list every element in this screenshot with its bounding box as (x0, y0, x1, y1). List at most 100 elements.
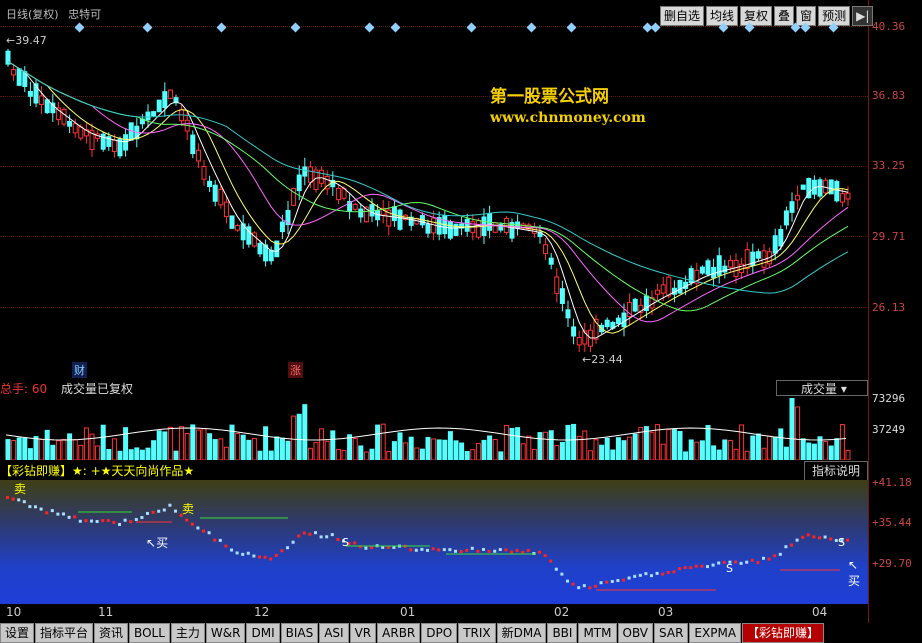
volume-bar (380, 423, 386, 460)
volume-bar (55, 440, 61, 460)
candle (235, 225, 241, 231)
indicator-dot (90, 519, 93, 523)
indicator-dot (50, 509, 54, 513)
indicator-dot (694, 564, 698, 568)
candle (795, 194, 801, 201)
indicator-dot (308, 532, 312, 536)
volume-bar (750, 435, 756, 460)
candlestick-chart[interactable] (0, 24, 868, 376)
volume-bar (683, 451, 689, 460)
adjust-price-button[interactable]: 复权 (740, 6, 773, 26)
tab-trix[interactable]: TRIX (458, 623, 496, 643)
volume-bar (78, 444, 84, 460)
volume-bar (201, 428, 207, 460)
candle (839, 193, 845, 203)
tab-caizuan[interactable]: 【彩钻即赚】 (742, 623, 825, 643)
candle (27, 90, 33, 97)
volume-indicator-select[interactable]: 成交量 ▾ (776, 380, 868, 396)
indicator-axis-label: +35.44 (872, 516, 912, 529)
indicator-dot (683, 566, 687, 570)
date-label: 10 (6, 605, 22, 619)
volume-bar (615, 437, 621, 460)
tab-sar[interactable]: SAR (654, 623, 689, 643)
volume-bar (100, 424, 106, 460)
indicator-dot (291, 540, 295, 544)
candle (772, 235, 778, 254)
indicator-dot (498, 548, 502, 552)
rise-event-marker[interactable]: 涨 (288, 362, 303, 378)
volume-chart[interactable] (0, 398, 868, 460)
tab-boll[interactable]: BOLL (129, 623, 170, 643)
volume-bar (111, 438, 117, 460)
candle (783, 210, 789, 226)
volume-bar (699, 440, 705, 460)
volume-bar (229, 424, 235, 460)
volume-bar (156, 430, 162, 460)
indicator-dot (168, 503, 172, 507)
tab-arbr[interactable]: ARBR (377, 623, 421, 643)
volume-bar (755, 433, 761, 460)
volume-bar (363, 451, 369, 460)
volume-bar (274, 436, 280, 460)
tab-vr[interactable]: VR (349, 623, 377, 643)
indicator-dot (711, 563, 715, 567)
indicator-chart[interactable]: 卖 卖 ↖买 ↖买 S S S (0, 480, 868, 604)
tab-expma[interactable]: EXPMA (689, 623, 742, 643)
tab-obv[interactable]: OBV (617, 623, 654, 643)
candle (576, 337, 582, 346)
remove-favorite-button[interactable]: 删自选 (660, 6, 705, 26)
tab-dpo[interactable]: DPO (421, 623, 458, 643)
finance-event-marker[interactable]: 财 (72, 362, 87, 378)
tab-wr[interactable]: W&R (205, 623, 246, 643)
indicator-dot (689, 566, 693, 570)
tab-main-force[interactable]: 主力 (170, 623, 205, 643)
volume-bar (212, 439, 218, 460)
volume-total-label: 总手: 60 (0, 382, 48, 396)
indicator-dot (101, 519, 105, 523)
volume-bar (459, 442, 465, 460)
date-label: 04 (812, 605, 828, 619)
indicator-dot (599, 581, 603, 585)
overlay-button[interactable]: 叠 (774, 6, 795, 26)
price-axis-label: 40.36 (872, 20, 906, 33)
tab-indicator-platform[interactable]: 指标平台 (35, 623, 94, 643)
indicator-dot (554, 567, 558, 571)
tab-news[interactable]: 资讯 (94, 623, 129, 643)
candle (789, 201, 795, 213)
tab-dmi[interactable]: DMI (246, 623, 280, 643)
buy-signal: ↖买 (848, 558, 861, 588)
tab-asi[interactable]: ASI (319, 623, 349, 643)
indicator-dot (638, 573, 642, 577)
volume-bar (246, 439, 252, 460)
volume-bar (313, 442, 319, 460)
tab-settings[interactable]: 设置 (0, 623, 35, 643)
indicator-dot (174, 509, 177, 513)
indicator-dot (661, 572, 665, 576)
candle (218, 188, 224, 206)
candle (190, 134, 196, 155)
indicator-dot (353, 541, 357, 545)
volume-bar (397, 432, 403, 460)
indicator-dot (336, 537, 340, 541)
candle (565, 309, 571, 319)
tab-mtm[interactable]: MTM (578, 623, 617, 643)
volume-bar (11, 439, 17, 460)
indicator-explain-button[interactable]: 指标说明 (804, 461, 868, 481)
tab-new-dma[interactable]: 新DMA (496, 623, 547, 643)
indicator-dot (700, 564, 704, 568)
candle (699, 266, 705, 274)
tab-bias[interactable]: BIAS (280, 623, 319, 643)
volume-bar (688, 439, 694, 460)
volume-bar (291, 415, 297, 460)
price-axis-label: 26.13 (872, 301, 906, 314)
volume-bar (610, 449, 616, 460)
tab-bbi[interactable]: BBI (547, 623, 578, 643)
indicator-dot (67, 515, 71, 519)
candle (195, 149, 201, 162)
volume-bar (520, 443, 526, 460)
volume-bar (834, 438, 840, 460)
indicator-dot (274, 553, 278, 557)
candle (39, 95, 45, 105)
expand-panel-button[interactable]: ▶| (852, 6, 874, 26)
indicator-dot (560, 572, 564, 576)
